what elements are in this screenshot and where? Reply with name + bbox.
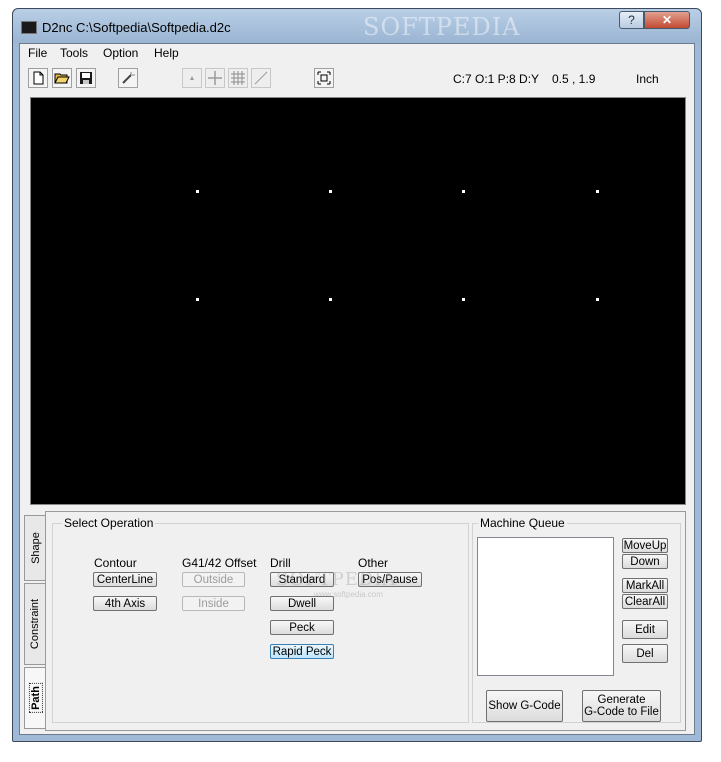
centerline-button[interactable]: CenterLine bbox=[93, 572, 157, 587]
4th-axis-button[interactable]: 4th Axis bbox=[93, 596, 157, 611]
open-folder-icon[interactable] bbox=[52, 68, 72, 88]
tab-path-label: Path bbox=[28, 683, 43, 713]
grid-icon[interactable] bbox=[228, 68, 248, 88]
path-tab-panel: Select Operation Contour CenterLine 4th … bbox=[45, 511, 686, 731]
menu-help[interactable]: Help bbox=[154, 46, 179, 60]
hole-point[interactable] bbox=[596, 190, 599, 193]
status-counts: C:7 O:1 P:8 D:Y bbox=[453, 72, 540, 86]
tab-constraint[interactable]: Constraint bbox=[24, 583, 46, 665]
app-window: D2nc C:\Softpedia\Softpedia.d2c SOFTPEDI… bbox=[12, 8, 702, 742]
hole-point[interactable] bbox=[462, 298, 465, 301]
magic-wand-icon[interactable] bbox=[118, 68, 138, 88]
hole-point[interactable] bbox=[196, 298, 199, 301]
menu-option[interactable]: Option bbox=[103, 46, 138, 60]
hole-point[interactable] bbox=[596, 298, 599, 301]
show-gcode-button[interactable]: Show G-Code bbox=[486, 690, 563, 722]
cursor-coordinates: 0.5 , 1.9 bbox=[552, 72, 596, 86]
point-icon[interactable] bbox=[182, 68, 202, 88]
tab-shape-label: Shape bbox=[29, 532, 42, 564]
tab-path[interactable]: Path bbox=[24, 667, 46, 729]
crosshair-icon[interactable] bbox=[205, 68, 225, 88]
inside-button[interactable]: Inside bbox=[182, 596, 245, 611]
move-down-button[interactable]: Down bbox=[622, 554, 668, 569]
tab-constraint-label: Constraint bbox=[29, 598, 42, 650]
app-icon bbox=[21, 21, 37, 34]
hole-point[interactable] bbox=[462, 190, 465, 193]
edit-button[interactable]: Edit bbox=[622, 620, 668, 639]
zoom-fit-icon[interactable] bbox=[314, 68, 334, 88]
units-label: Inch bbox=[636, 72, 659, 86]
help-caption-button[interactable]: ? bbox=[619, 11, 644, 29]
tab-shape[interactable]: Shape bbox=[24, 515, 46, 581]
overlay-watermark: SOFTPEDIA bbox=[276, 569, 397, 590]
mark-all-button[interactable]: MarkAll bbox=[622, 578, 668, 593]
menu-bar: File Tools Option Help bbox=[20, 44, 694, 63]
client-area: File Tools Option Help C:7 O:1 P:8 D:Y 0… bbox=[19, 43, 695, 735]
drawing-canvas[interactable] bbox=[30, 97, 686, 505]
rapid-peck-button[interactable]: Rapid Peck bbox=[270, 644, 334, 659]
offset-label: G41/42 Offset bbox=[182, 556, 257, 570]
outside-button[interactable]: Outside bbox=[182, 572, 245, 587]
machine-queue-title: Machine Queue bbox=[478, 516, 567, 530]
generate-gcode-line1: Generate bbox=[597, 694, 646, 706]
menu-tools[interactable]: Tools bbox=[60, 46, 88, 60]
generate-gcode-line2: G-Code to File bbox=[584, 706, 659, 718]
delete-button[interactable]: Del bbox=[622, 644, 668, 663]
machine-queue-list[interactable] bbox=[477, 537, 614, 676]
other-label: Other bbox=[358, 556, 389, 570]
hole-point[interactable] bbox=[329, 190, 332, 193]
clear-all-button[interactable]: ClearAll bbox=[622, 594, 668, 609]
menu-file[interactable]: File bbox=[28, 46, 47, 60]
window-title: D2nc C:\Softpedia\Softpedia.d2c bbox=[42, 20, 231, 35]
select-operation-group bbox=[52, 523, 469, 723]
bottom-panel: Shape Constraint Path Select Operation C… bbox=[20, 511, 694, 734]
hole-point[interactable] bbox=[196, 190, 199, 193]
move-up-button[interactable]: MoveUp bbox=[622, 538, 668, 553]
generate-gcode-button[interactable]: Generate G-Code to File bbox=[582, 690, 661, 722]
toolbar: C:7 O:1 P:8 D:Y 0.5 , 1.9 Inch bbox=[20, 64, 694, 94]
title-watermark: SOFTPEDIA bbox=[363, 13, 521, 41]
hole-point[interactable] bbox=[329, 298, 332, 301]
save-disk-icon[interactable] bbox=[76, 68, 96, 88]
new-file-icon[interactable] bbox=[28, 68, 48, 88]
title-bar[interactable]: D2nc C:\Softpedia\Softpedia.d2c SOFTPEDI… bbox=[13, 9, 701, 43]
contour-label: Contour bbox=[94, 556, 137, 570]
peck-button[interactable]: Peck bbox=[270, 620, 334, 635]
close-button[interactable]: ✕ bbox=[644, 11, 690, 29]
overlay-watermark-url: www.softpedia.com bbox=[314, 590, 383, 599]
select-operation-title: Select Operation bbox=[62, 516, 156, 530]
diagonal-line-icon[interactable] bbox=[251, 68, 271, 88]
drill-label: Drill bbox=[270, 556, 291, 570]
